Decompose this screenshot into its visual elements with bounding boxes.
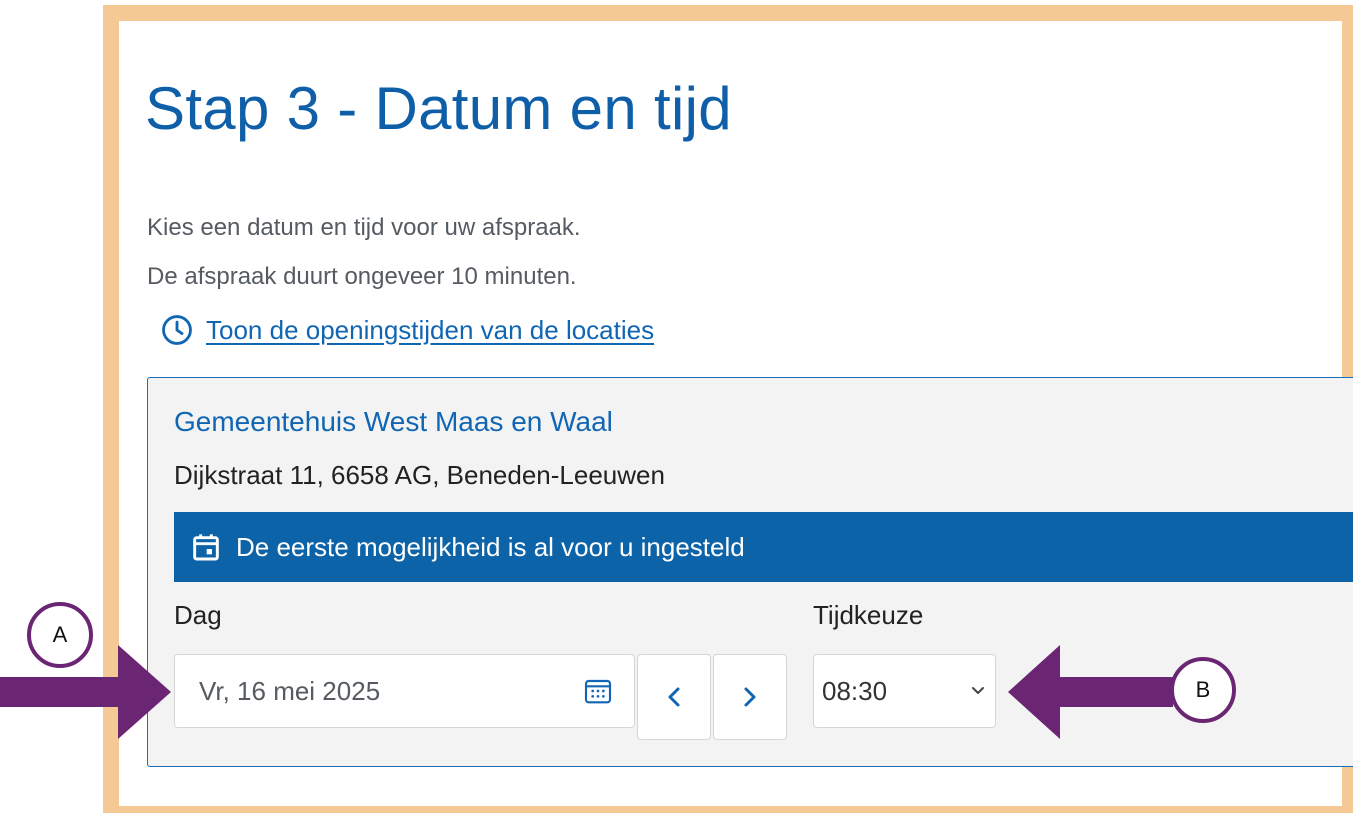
calendar-icon xyxy=(193,534,219,561)
opening-hours-link[interactable]: Toon de openingstijden van de locaties xyxy=(206,315,654,346)
time-select-value: 08:30 xyxy=(822,675,888,706)
time-label: Tijdkeuze xyxy=(813,600,924,630)
next-day-button[interactable] xyxy=(713,654,787,740)
chevron-down-icon xyxy=(972,687,984,694)
opening-hours-link-row[interactable]: Toon de openingstijden van de locaties xyxy=(160,313,654,347)
day-date-value: Vr, 16 mei 2025 xyxy=(199,675,381,706)
clock-icon xyxy=(162,315,192,345)
intro-line-1: Kies een datum en tijd voor uw afspraak. xyxy=(147,214,581,241)
previous-day-button[interactable] xyxy=(637,654,711,740)
annotation-marker-b: B xyxy=(1170,657,1236,723)
day-label: Dag xyxy=(174,600,222,630)
page-title: Stap 3 - Datum en tijd xyxy=(145,75,732,142)
time-select[interactable]: 08:30 xyxy=(813,654,996,728)
annotation-arrow-a xyxy=(0,645,171,739)
chevron-right-icon xyxy=(744,687,756,707)
location-address: Dijkstraat 11, 6658 AG, Beneden-Leeuwen xyxy=(174,460,665,490)
annotation-arrow-b xyxy=(1008,645,1173,739)
intro-text: Kies een datum en tijd voor uw afspraak.… xyxy=(147,203,581,301)
calendar-picker-icon[interactable] xyxy=(582,675,614,707)
intro-line-2: De afspraak duurt ongeveer 10 minuten. xyxy=(147,263,577,290)
chevron-left-icon xyxy=(668,687,680,707)
day-date-input[interactable]: Vr, 16 mei 2025 xyxy=(174,654,635,728)
location-name: Gemeentehuis West Maas en Waal xyxy=(174,406,613,437)
info-banner-text: De eerste mogelijkheid is al voor u inge… xyxy=(236,531,745,562)
info-banner: De eerste mogelijkheid is al voor u inge… xyxy=(174,512,1353,582)
